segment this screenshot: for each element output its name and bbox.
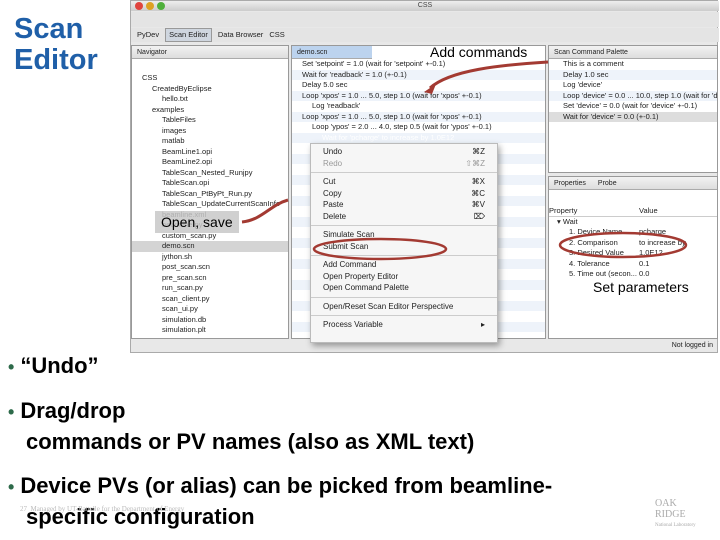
annotation-overlay	[241, 60, 688, 261]
highlight-desired-value	[558, 231, 688, 259]
bullet-drag-drop: • Drag/drop commands or PV names (also as …	[8, 398, 475, 454]
annotation-open-save: Open, save	[155, 211, 239, 233]
highlight-submit-scan	[312, 237, 448, 261]
footer: 27 Managed by UT-Battelle for the Depart…	[20, 505, 185, 513]
bullet-undo: • “Undo”	[8, 353, 99, 378]
arrow-head	[424, 84, 436, 94]
oak-ridge-logo: OAK RIDGE National Laboratory	[655, 498, 696, 528]
arrow-open-save	[241, 198, 289, 224]
arrow-add-commands	[428, 60, 549, 90]
annotation-set-parameters: Set parameters	[593, 279, 689, 295]
annotation-add-commands: Add commands	[430, 44, 528, 60]
bullet-device-pvs: • Device PVs (or alias) can be picked fro…	[8, 473, 553, 529]
